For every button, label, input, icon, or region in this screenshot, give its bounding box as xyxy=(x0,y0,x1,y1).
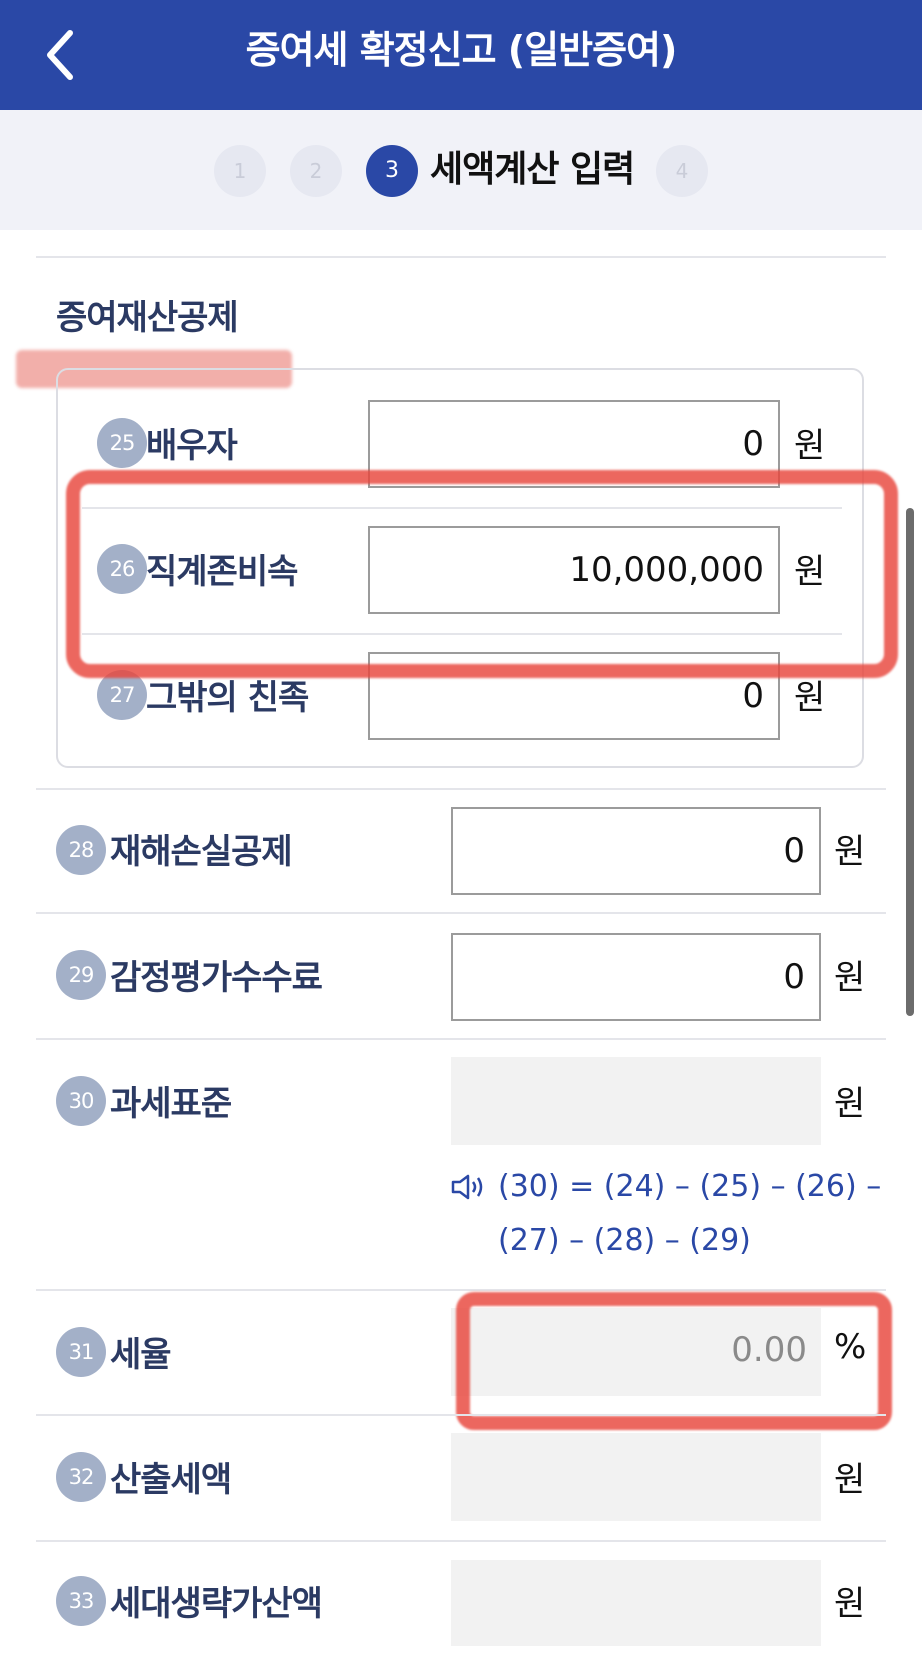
unit-label: 원 xyxy=(834,958,866,998)
divider xyxy=(36,1540,886,1542)
divider xyxy=(36,1414,886,1416)
divider xyxy=(36,912,886,914)
divider xyxy=(36,788,886,790)
unit-label: 원 xyxy=(834,1460,866,1500)
row-number-badge: 28 xyxy=(56,825,106,875)
divider xyxy=(36,256,886,258)
formula-line-2: (27) – (28) – (29) xyxy=(498,1223,751,1258)
step-2: 2 xyxy=(290,145,342,197)
label-spouse: 배우자 xyxy=(146,426,238,466)
divider xyxy=(36,1038,886,1040)
unit-label: 원 xyxy=(794,426,826,466)
label-calculated-tax: 산출세액 xyxy=(110,1460,232,1500)
annotation-highlight xyxy=(456,1292,892,1430)
tax-base-field xyxy=(451,1057,821,1145)
step-4: 4 xyxy=(656,145,708,197)
section-title: 증여재산공제 xyxy=(56,298,239,338)
step-3-active: 3 xyxy=(366,145,418,197)
annotation-highlight xyxy=(66,470,898,678)
row-number-badge: 29 xyxy=(56,950,106,1000)
step-1: 1 xyxy=(214,145,266,197)
label-tax-base: 과세표준 xyxy=(110,1084,232,1124)
appraisal-fee-input[interactable]: 0 xyxy=(451,933,821,1021)
speaker-icon xyxy=(451,1174,483,1200)
app-header: 증여세 확정신고 (일반증여) xyxy=(0,0,922,110)
row-number-badge: 30 xyxy=(56,1076,106,1126)
unit-label: 원 xyxy=(834,1584,866,1624)
row-number-badge: 25 xyxy=(97,418,147,468)
generation-skip-field xyxy=(451,1560,821,1646)
divider xyxy=(36,1289,886,1291)
label-tax-rate: 세율 xyxy=(110,1335,172,1375)
row-number-badge: 32 xyxy=(56,1452,106,1502)
scrollbar[interactable] xyxy=(906,508,914,1016)
disaster-loss-input[interactable]: 0 xyxy=(451,807,821,895)
step-active-label: 세액계산 입력 xyxy=(430,149,635,190)
row-number-badge: 33 xyxy=(56,1576,106,1626)
label-disaster-loss: 재해손실공제 xyxy=(110,832,293,872)
row-number-badge: 31 xyxy=(56,1327,106,1377)
page-title: 증여세 확정신고 (일반증여) xyxy=(245,28,678,72)
unit-label: 원 xyxy=(834,832,866,872)
label-generation-skip-surcharge: 세대생략가산액 xyxy=(110,1584,323,1624)
stepper: 1 2 3 세액계산 입력 4 xyxy=(0,110,922,230)
unit-label: 원 xyxy=(834,1084,866,1124)
label-appraisal-fee: 감정평가수수료 xyxy=(110,958,323,998)
formula-line-1: (30) = (24) – (25) – (26) – xyxy=(498,1169,882,1204)
calculated-tax-field xyxy=(451,1433,821,1521)
